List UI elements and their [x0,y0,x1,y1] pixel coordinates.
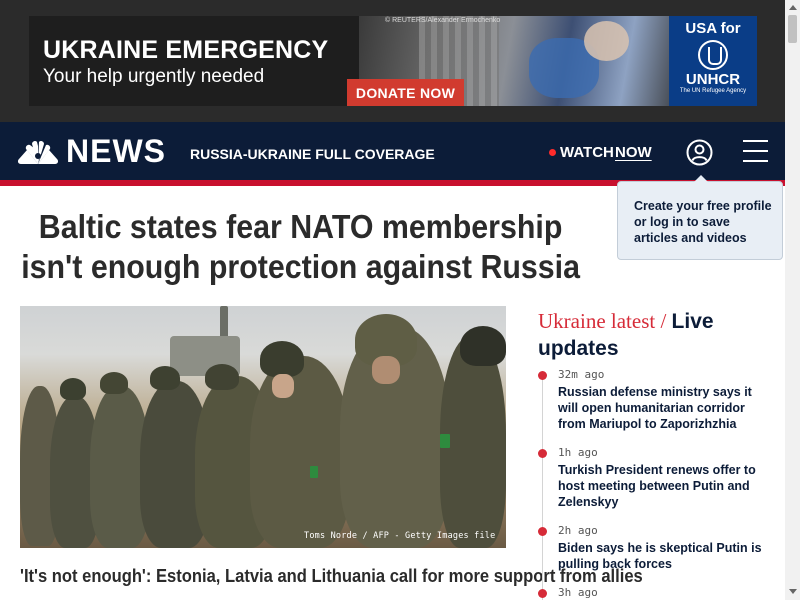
update-time: 1h ago [558,446,598,459]
update-time: 32m ago [558,368,605,381]
live-indicator-dot [549,149,556,156]
live-updates-title[interactable]: Ukraine latest / Live updates [538,308,778,362]
news-logo[interactable]: NEWS [66,133,166,170]
russia-ukraine-coverage-link[interactable]: RUSSIA-UKRAINE FULL COVERAGE [190,146,435,162]
ad-brand-line1: USA for [685,20,741,37]
watch-link[interactable]: WATCH [560,144,614,161]
live-title-part1: Ukraine latest / [538,309,672,333]
user-circle-icon[interactable] [686,139,713,166]
update-time: 2h ago [558,524,598,537]
update-headline[interactable]: Russian defense ministry says it will op… [558,384,773,432]
update-time: 3h ago [558,586,598,599]
timeline-line [542,376,543,600]
timeline-dot [538,371,547,380]
article-headline[interactable]: Baltic states fear NATO membership isn't… [20,207,581,287]
unhcr-emblem-icon [698,40,728,70]
donate-now-button[interactable]: DONATE NOW [347,79,464,106]
unhcr-logo[interactable]: USA for UNHCR The UN Refugee Agency [669,16,757,106]
scroll-down-arrow-icon[interactable] [789,589,797,594]
ad-brand-line2: UNHCR [685,71,741,88]
ad-subheadline: Your help urgently needed [43,66,265,87]
hamburger-menu-icon[interactable] [743,140,770,164]
profile-tooltip[interactable]: Create your free profile or log in to sa… [617,175,783,260]
nbc-peacock-icon[interactable] [17,140,59,166]
update-headline[interactable]: Turkish President renews offer to host m… [558,462,773,510]
timeline-dot [538,589,547,598]
scrollbar-thumb[interactable] [788,15,797,43]
watch-now-link[interactable]: NOW [615,144,652,161]
ad-photo-credit: © REUTERS/Alexander Ermochenko [385,17,501,24]
ad-brand-line3: The UN Refugee Agency [679,88,747,94]
page-scrollbar[interactable] [785,0,800,600]
article-caption[interactable]: 'It's not enough': Estonia, Latvia and L… [20,565,643,587]
update-headline[interactable]: Biden says he is skeptical Putin is pull… [558,540,773,572]
scroll-up-arrow-icon[interactable] [789,5,797,10]
ad-headline: UKRAINE EMERGENCY [43,36,329,64]
timeline-dot [538,527,547,536]
article-photo[interactable] [20,306,506,548]
unhcr-ad[interactable]: © REUTERS/Alexander Ermochenko UKRAINE E… [29,16,757,106]
photo-credit: Toms Norde / AFP - Getty Images file [304,531,496,541]
timeline-dot [538,449,547,458]
